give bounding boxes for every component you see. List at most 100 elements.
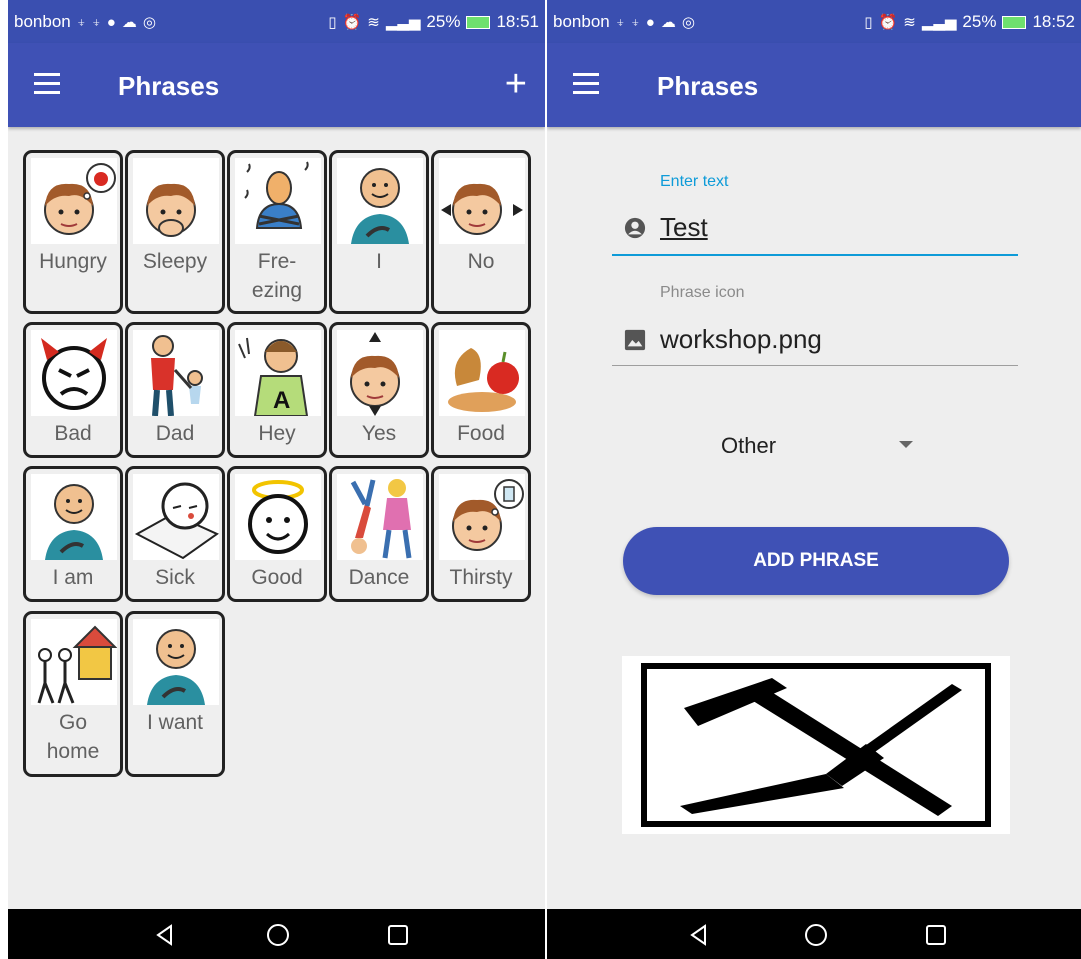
phrase-tile[interactable]: Fre- ezing	[227, 150, 327, 314]
phrase-tile[interactable]: Bad	[23, 322, 123, 458]
phrase-tile-label: Go home	[46, 711, 100, 763]
page-title: Phrases	[657, 71, 759, 101]
menu-icon[interactable]	[573, 73, 599, 95]
phrase-text-field[interactable]: Test	[612, 208, 1018, 258]
clock: 18:52	[1032, 12, 1075, 31]
alarm-icon: ⏰	[342, 13, 362, 31]
page-title: Phrases	[118, 71, 220, 101]
phrase-tile-label: Hungry	[39, 250, 107, 273]
dancing-people-icon	[337, 474, 423, 560]
recents-icon[interactable]	[924, 923, 948, 947]
field-underline	[612, 365, 1018, 366]
phrase-tile-label: Hey	[258, 422, 296, 445]
battery-icon	[466, 15, 491, 29]
devil-face-icon	[31, 330, 117, 416]
add-phrase-screen: bonbon ⍖ ⍖ ● ☁ ◎ ▯ ⏰ ≋ ▂▃▅ 25% 18:52 Phr…	[547, 0, 1081, 959]
go-home-icon	[31, 619, 118, 705]
hungry-boy-icon	[31, 158, 117, 244]
pointing-self-icon	[31, 474, 117, 560]
waving-person-icon: A	[235, 330, 321, 417]
phrase-tile[interactable]: Yes	[329, 322, 429, 458]
menu-icon[interactable]	[34, 73, 60, 95]
category-selected: Other	[721, 433, 777, 458]
phrase-tile[interactable]: Dance	[329, 466, 429, 602]
phrase-tile-label: No	[467, 250, 495, 273]
wifi-icon: ≋	[903, 13, 916, 31]
carrier-name: bonbon	[14, 12, 71, 31]
back-icon[interactable]	[153, 923, 177, 947]
pointing-self-icon	[337, 158, 423, 244]
status-bar: bonbon ⍖ ⍖ ● ☁ ◎ ▯ ⏰ ≋ ▂▃▅ 25% 18:51	[8, 0, 545, 43]
phrase-tile[interactable]: No	[431, 150, 531, 314]
back-icon[interactable]	[687, 923, 711, 947]
messenger-icon: ●	[106, 13, 116, 31]
field-underline	[612, 254, 1018, 256]
cloud-icon: ☁	[660, 13, 676, 31]
phrase-icon-field[interactable]: workshop.png	[612, 318, 1018, 368]
home-icon[interactable]	[266, 923, 290, 947]
image-icon	[624, 329, 646, 351]
battery-percent: 25%	[962, 12, 997, 31]
phrase-tile-label: Yes	[361, 422, 397, 445]
category-dropdown[interactable]: Other	[717, 430, 917, 462]
app-bar: Phrases	[547, 43, 1081, 127]
phrase-tile[interactable]: Hungry	[23, 150, 123, 314]
shaking-head-icon	[439, 158, 525, 244]
instagram-icon: ◎	[681, 13, 695, 31]
phrase-tile[interactable]: Food	[431, 322, 531, 458]
usb-icon: ⍖	[91, 13, 101, 31]
battery-icon	[1002, 15, 1027, 29]
phrase-tile-label: Dad	[155, 422, 195, 445]
phrases-grid-screen: bonbon ⍖ ⍖ ● ☁ ◎ ▯ ⏰ ≋ ▂▃▅ 25% 18:51 Phr…	[8, 0, 545, 959]
add-phrase-button[interactable]: +	[505, 65, 527, 103]
phrase-tile-label: Sick	[155, 566, 195, 589]
phrase-tile-label: Thirsty	[449, 566, 513, 589]
yawning-boy-icon	[133, 158, 219, 244]
phrase-tile[interactable]: Sleepy	[125, 150, 225, 314]
usb-icon: ⍖	[76, 13, 86, 31]
signal-icon: ▂▃▅	[921, 13, 957, 31]
clock: 18:51	[496, 12, 539, 31]
recents-icon[interactable]	[386, 923, 410, 947]
dropdown-arrow-icon	[899, 441, 913, 448]
pointing-self-icon	[133, 619, 219, 705]
vibrate-icon: ▯	[864, 13, 873, 31]
phrase-tile[interactable]: I	[329, 150, 429, 314]
phrase-tile[interactable]: Thirsty	[431, 466, 531, 602]
wifi-icon: ≋	[367, 13, 380, 31]
carrier-name: bonbon	[553, 12, 610, 31]
status-bar: bonbon ⍖ ⍖ ● ☁ ◎ ▯ ⏰ ≋ ▂▃▅ 25% 18:52	[547, 0, 1081, 43]
phrase-tile-label: Good	[251, 566, 303, 589]
phrase-tile-label: Bad	[54, 422, 92, 445]
phrase-tile[interactable]: Good	[227, 466, 327, 602]
navigation-bar	[8, 909, 545, 959]
enter-text-label: Enter text	[660, 173, 729, 190]
battery-percent: 25%	[426, 12, 461, 31]
hammer-screwdriver-icon	[641, 663, 991, 827]
sick-in-bed-icon	[133, 474, 220, 560]
signal-icon: ▂▃▅	[385, 13, 421, 31]
phrase-tile[interactable]: A Hey	[227, 322, 327, 458]
phrase-icon-label: Phrase icon	[660, 284, 745, 301]
phrase-text-input[interactable]: Test	[660, 212, 708, 243]
phrase-icon-input[interactable]: workshop.png	[660, 324, 822, 355]
phrase-tile-label: Fre- ezing	[251, 250, 303, 302]
phrase-tile[interactable]: I want	[125, 611, 225, 777]
alarm-icon: ⏰	[878, 13, 898, 31]
phrase-tile[interactable]: Go home	[23, 611, 123, 777]
usb-icon: ⍖	[630, 13, 640, 31]
freezing-man-icon	[235, 158, 321, 244]
phrase-tile[interactable]: I am	[23, 466, 123, 602]
phrase-tile[interactable]: Dad	[125, 322, 225, 458]
food-icon	[439, 330, 525, 416]
phrase-tile-label: Dance	[348, 566, 410, 589]
phrase-tile-label: I am	[52, 566, 94, 589]
messenger-icon: ●	[645, 13, 655, 31]
add-phrase-submit-button[interactable]: ADD PHRASE	[623, 527, 1009, 595]
phrase-tile[interactable]: Sick	[125, 466, 225, 602]
home-icon[interactable]	[804, 923, 828, 947]
cloud-icon: ☁	[121, 13, 137, 31]
nodding-head-icon	[337, 330, 423, 416]
phrase-tile-label: I want	[146, 711, 204, 734]
halo-face-icon	[235, 474, 321, 560]
